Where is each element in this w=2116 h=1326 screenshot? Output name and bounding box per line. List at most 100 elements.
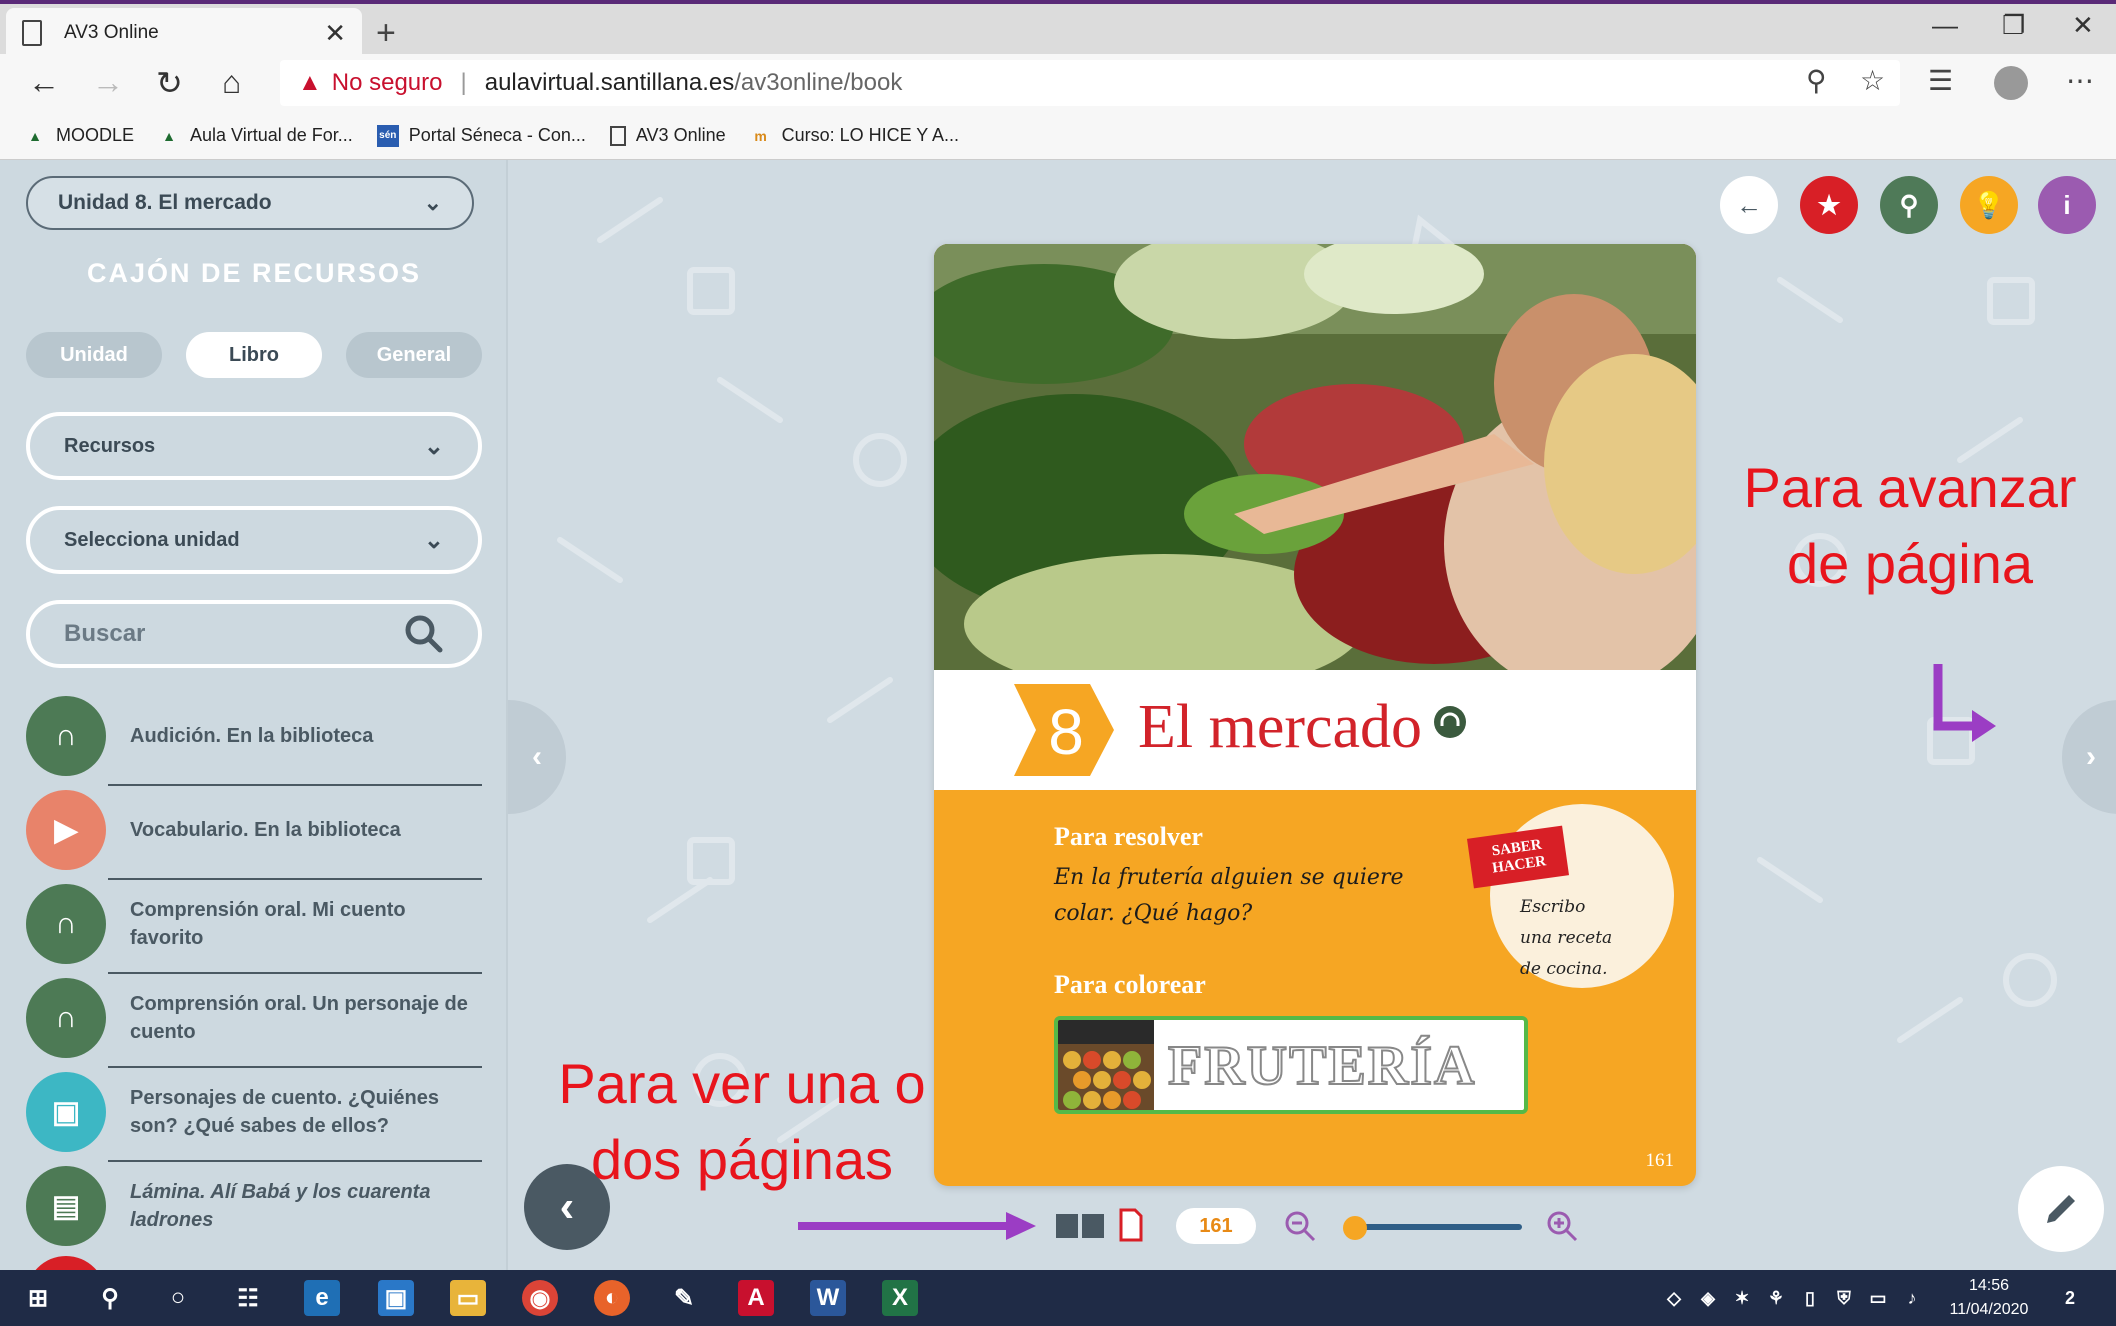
key-icon[interactable]: ⚲ bbox=[1806, 64, 1827, 97]
resource-item[interactable]: ∩ Comprensión oral. Mi cuento favorito bbox=[26, 880, 482, 974]
bookmark-av3[interactable]: AV3 Online bbox=[609, 125, 726, 146]
dropbox-icon[interactable]: ◇ bbox=[1656, 1280, 1692, 1316]
home-icon[interactable]: ⌂ bbox=[222, 64, 241, 101]
headphones-icon: ∩ bbox=[26, 696, 106, 776]
zoom-out-icon[interactable] bbox=[1284, 1210, 1316, 1242]
bookmark-aula-virtual[interactable]: ▲ Aula Virtual de For... bbox=[158, 125, 353, 147]
resource-item[interactable]: ▤ Lámina. Alí Babá y los cuarenta ladron… bbox=[26, 1162, 482, 1250]
more-menu-icon[interactable]: ⋯ bbox=[2066, 64, 2094, 97]
tray-app-icon[interactable]: ⚘ bbox=[1758, 1280, 1794, 1316]
favorites-button[interactable]: ★ bbox=[1800, 176, 1858, 234]
headphones-icon[interactable] bbox=[1434, 706, 1466, 738]
reload-icon[interactable]: ↻ bbox=[156, 64, 183, 102]
unit-filter-dropdown[interactable]: Selecciona unidad ⌄ bbox=[26, 506, 482, 574]
paint-icon[interactable]: ✎ bbox=[666, 1280, 702, 1316]
printed-page-number: 161 bbox=[1645, 1150, 1675, 1171]
warning-icon: ▲ bbox=[298, 69, 322, 96]
resources-filter-dropdown[interactable]: Recursos ⌄ bbox=[26, 412, 482, 480]
hint-button[interactable]: 💡 bbox=[1960, 176, 2018, 234]
search-button[interactable]: ⚲ bbox=[1880, 176, 1938, 234]
edge-icon[interactable]: e bbox=[304, 1280, 340, 1316]
pencil-icon bbox=[2047, 1195, 2075, 1223]
task-view-icon[interactable]: ☷ bbox=[230, 1280, 266, 1316]
tab-general[interactable]: General bbox=[346, 332, 482, 378]
usb-icon[interactable]: ▯ bbox=[1792, 1280, 1828, 1316]
view-note-line-2: dos páginas bbox=[590, 1128, 893, 1191]
page-number-field[interactable]: 161 bbox=[1176, 1208, 1256, 1244]
close-icon[interactable]: ✕ bbox=[324, 18, 346, 49]
view-pages-note: Para ver una o dos páginas bbox=[552, 1046, 932, 1198]
acrobat-icon[interactable]: A bbox=[738, 1280, 774, 1316]
url-field[interactable]: ▲ No seguro | aulavirtual.santillana.es … bbox=[280, 60, 1900, 106]
search-icon[interactable]: ⚲ bbox=[92, 1280, 128, 1316]
chevron-left-icon: ‹ bbox=[532, 740, 542, 773]
filter-label: Selecciona unidad bbox=[64, 528, 240, 551]
window-close-icon[interactable]: ✕ bbox=[2072, 10, 2094, 41]
url-host: aulavirtual.santillana.es bbox=[484, 69, 735, 96]
profile-avatar[interactable] bbox=[1994, 66, 2028, 100]
moodle-icon: ▲ bbox=[28, 127, 42, 144]
word-icon[interactable]: W bbox=[810, 1280, 846, 1316]
firefox-icon[interactable]: ◐ bbox=[594, 1280, 630, 1316]
shield-icon[interactable]: ⛨ bbox=[1826, 1280, 1862, 1316]
resource-item[interactable]: ∩ Comprensión oral. Un personaje de cuen… bbox=[26, 974, 482, 1068]
excel-icon[interactable]: X bbox=[882, 1280, 918, 1316]
volume-icon[interactable]: ♪ bbox=[1894, 1280, 1930, 1316]
arrow-left-icon: ← bbox=[1736, 189, 1762, 220]
bookmark-curso[interactable]: m Curso: LO HICE Y A... bbox=[750, 125, 959, 147]
tab-unidad[interactable]: Unidad bbox=[26, 332, 162, 378]
page-icon bbox=[22, 20, 42, 46]
forward-arrow-icon[interactable]: → bbox=[92, 64, 124, 101]
unit-number-badge: 8 bbox=[1014, 684, 1114, 776]
favorites-list-icon[interactable]: ☰ bbox=[1928, 64, 1953, 97]
search-icon[interactable] bbox=[402, 612, 446, 656]
bookmark-seneca[interactable]: sén Portal Séneca - Con... bbox=[376, 124, 586, 147]
chrome-icon[interactable]: ◉ bbox=[522, 1280, 558, 1316]
headphones-icon: ∩ bbox=[26, 978, 106, 1058]
bookmark-label: AV3 Online bbox=[635, 125, 726, 145]
zoom-in-icon[interactable] bbox=[1546, 1210, 1578, 1242]
resource-label: Vocabulario. En la biblioteca bbox=[130, 819, 401, 841]
start-windows-icon[interactable]: ⊞ bbox=[20, 1280, 56, 1316]
two-page-view-icon[interactable] bbox=[1054, 1212, 1106, 1240]
notifications-icon[interactable]: 2 bbox=[2052, 1280, 2088, 1316]
bookmark-label: MOODLE bbox=[56, 125, 135, 145]
info-button[interactable]: i bbox=[2038, 176, 2096, 234]
tray-app-icon[interactable]: ✶ bbox=[1724, 1280, 1760, 1316]
file-explorer-icon[interactable]: ▭ bbox=[450, 1280, 486, 1316]
browser-tab[interactable]: AV3 Online ✕ bbox=[6, 8, 362, 58]
zoom-slider-handle[interactable] bbox=[1342, 1216, 1367, 1240]
restore-icon[interactable]: ❐ bbox=[2002, 10, 2025, 41]
app-icon[interactable]: ▣ bbox=[378, 1280, 414, 1316]
unit-title: El mercado bbox=[1138, 693, 1423, 761]
cortana-icon[interactable]: ○ bbox=[160, 1280, 196, 1316]
annotate-button[interactable] bbox=[2018, 1166, 2104, 1252]
tray-app-icon[interactable]: ◈ bbox=[1690, 1280, 1726, 1316]
minimize-icon[interactable]: — bbox=[1932, 10, 1958, 41]
resource-item[interactable]: ∩ Audición. En la biblioteca bbox=[26, 692, 482, 786]
system-clock[interactable]: 14:56 11/04/2020 bbox=[1944, 1274, 2034, 1322]
resource-item[interactable]: ▶ Vocabulario. En la biblioteca bbox=[26, 786, 482, 880]
saber-hacer-text: Escribo una receta de cocina. bbox=[1520, 892, 1612, 985]
section-resolve-heading: Para resolver bbox=[1054, 822, 1203, 851]
saber-text-line-3: de cocina. bbox=[1520, 959, 1608, 979]
unit-dropdown[interactable]: Unidad 8. El mercado ⌄ bbox=[26, 176, 474, 230]
annotation-arrow-down-right bbox=[1933, 664, 1996, 742]
new-tab-button[interactable]: + bbox=[376, 14, 396, 53]
moodle-icon: ▲ bbox=[162, 127, 176, 144]
back-arrow-icon[interactable]: ← bbox=[28, 64, 60, 101]
back-button[interactable]: ← bbox=[1720, 176, 1778, 234]
bookmark-moodle[interactable]: ▲ MOODLE bbox=[24, 125, 134, 147]
video-icon: ▶ bbox=[26, 790, 106, 870]
resource-item[interactable]: ▣ Personajes de cuento. ¿Quiénes son? ¿Q… bbox=[26, 1068, 482, 1162]
book-page[interactable]: 8 El mercado Para resolver En la fruterí… bbox=[934, 244, 1696, 1186]
search-icon: ⚲ bbox=[1899, 189, 1919, 220]
tab-libro[interactable]: Libro bbox=[186, 332, 322, 378]
single-page-view-icon[interactable] bbox=[1118, 1208, 1144, 1242]
network-icon[interactable]: ▭ bbox=[1860, 1280, 1896, 1316]
image-icon: ▣ bbox=[26, 1072, 106, 1152]
advance-page-note: Para avanzar de página bbox=[1720, 450, 2100, 602]
star-outline-icon[interactable]: ☆ bbox=[1860, 64, 1885, 97]
saber-text-line-1: Escribo bbox=[1520, 897, 1586, 917]
zoom-slider-track[interactable] bbox=[1346, 1224, 1522, 1230]
